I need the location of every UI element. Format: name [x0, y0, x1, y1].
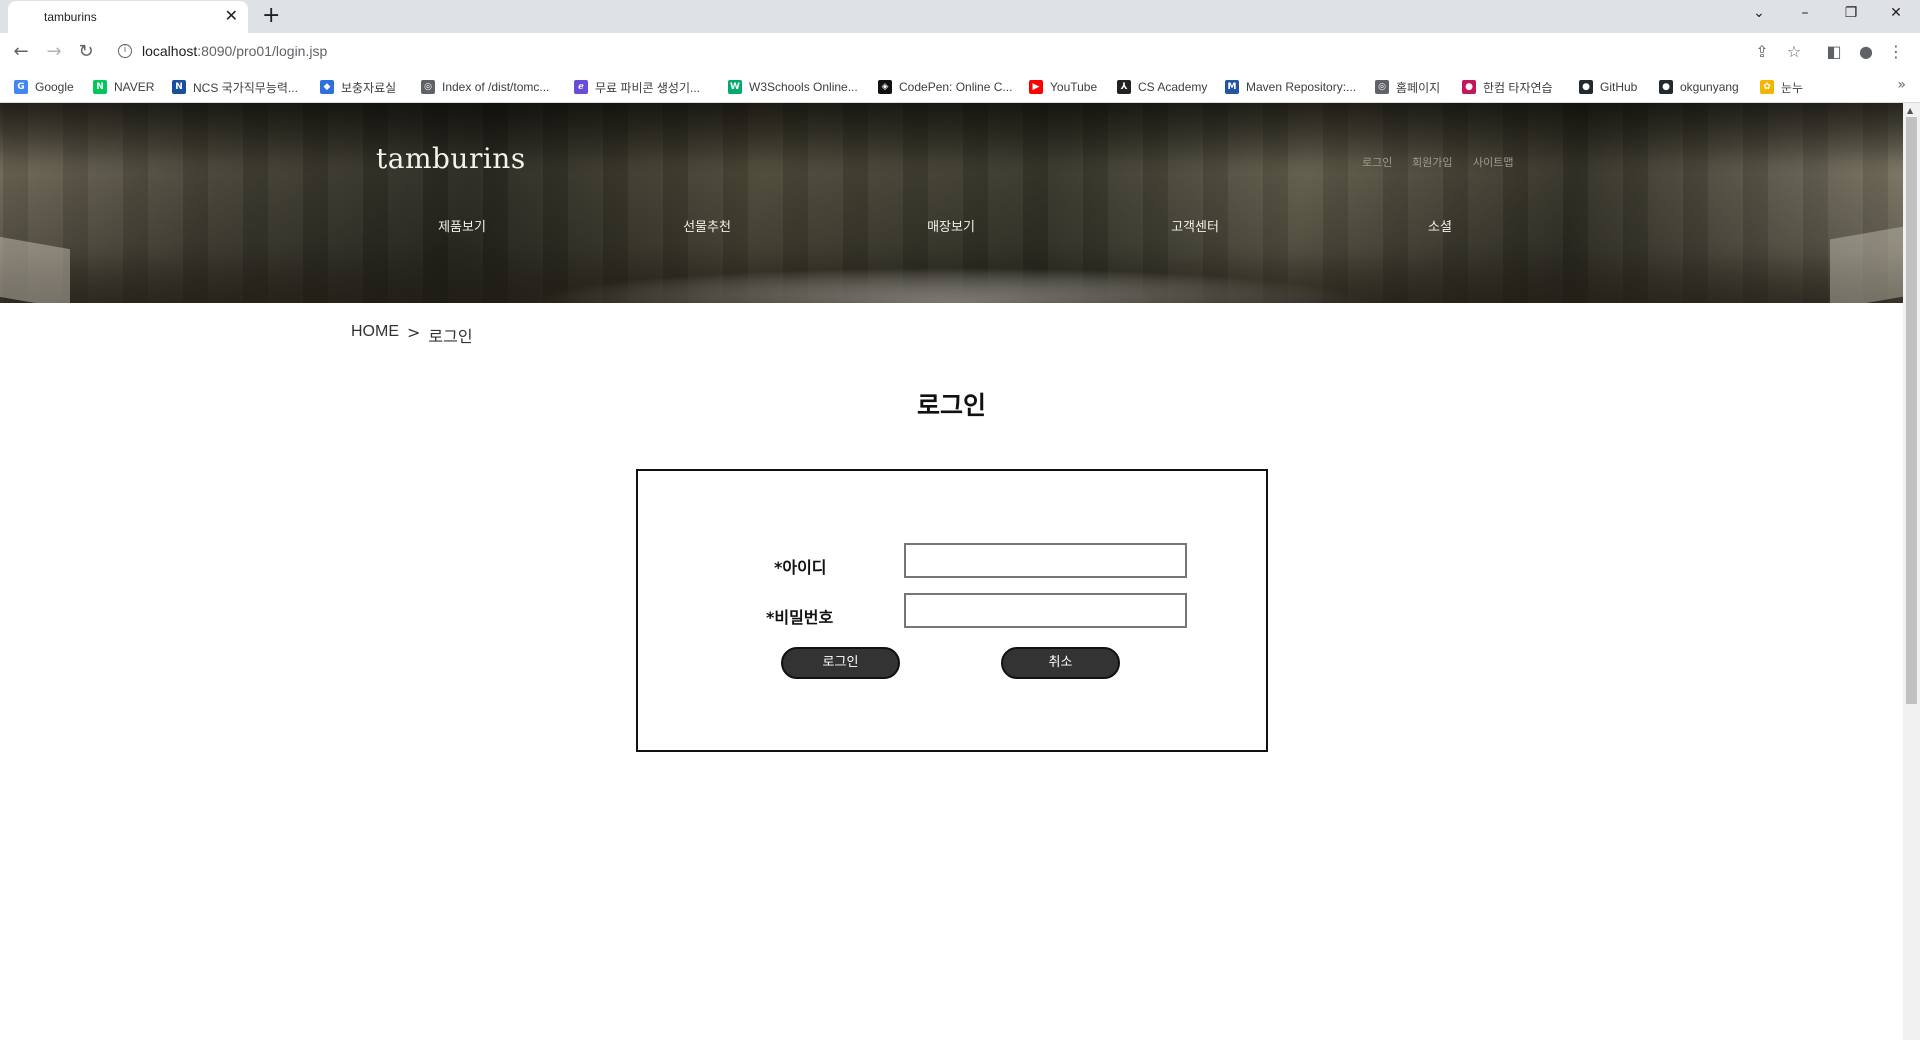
- forward-icon[interactable]: →: [43, 41, 65, 63]
- login-button[interactable]: 로그인: [781, 647, 900, 679]
- site-info-icon[interactable]: i: [118, 44, 132, 58]
- nav-social[interactable]: 소셜: [1380, 216, 1500, 235]
- nav-gift[interactable]: 선물추천: [647, 216, 767, 235]
- cs-academy-icon: ⅄: [1117, 80, 1131, 94]
- hexagon-icon: ◆: [320, 80, 334, 94]
- bookmark-label: GitHub: [1600, 80, 1638, 94]
- bookmark-label: Index of /dist/tomc...: [442, 80, 550, 94]
- nav-products[interactable]: 제품보기: [402, 216, 522, 235]
- globe-icon: ◎: [421, 80, 435, 94]
- ncs-icon: N: [172, 80, 186, 94]
- reload-icon[interactable]: ↻: [75, 41, 97, 63]
- tab-title: tamburins: [44, 10, 97, 24]
- address-bar[interactable]: i localhost:8090/pro01/login.jsp: [110, 37, 1790, 66]
- cancel-button[interactable]: 취소: [1001, 647, 1120, 679]
- breadcrumb-separator: >: [407, 323, 421, 342]
- bookmark-item[interactable]: N NAVER: [93, 78, 154, 96]
- scrollbar-thumb[interactable]: [1906, 117, 1917, 704]
- bookmark-label: 눈누: [1781, 80, 1804, 95]
- bookmarks-bar: » G Google N NAVER N NCS 국가직무능력... ◆ 보충자료실 ◎ Inde…: [0, 70, 1920, 103]
- favicon-generator-icon: ℯ: [574, 80, 588, 94]
- bookmark-label: NCS 국가직무능력...: [193, 80, 298, 95]
- bookmark-item[interactable]: ◎ Index of /dist/tomc...: [421, 78, 549, 96]
- maven-icon: M: [1225, 80, 1239, 94]
- bookmark-item[interactable]: N NCS 국가직무능력...: [172, 78, 298, 96]
- globe-icon: ◎: [1375, 80, 1389, 94]
- page-title: 로그인: [916, 391, 986, 420]
- bookmark-label: W3Schools Online...: [749, 80, 858, 94]
- util-join-link[interactable]: 회원가입: [1412, 154, 1452, 170]
- side-panel-icon[interactable]: ◧: [1824, 42, 1844, 62]
- bookmark-label: okgunyang: [1680, 80, 1739, 94]
- menu-kebab-icon[interactable]: ⋮: [1886, 42, 1906, 62]
- tab-close-icon[interactable]: ✕: [225, 8, 238, 24]
- bookmark-item[interactable]: G Google: [14, 78, 74, 96]
- hancom-icon: ●: [1462, 80, 1476, 94]
- bookmark-label: 무료 파비콘 생성기...: [595, 80, 700, 95]
- restore-icon[interactable]: ❐: [1841, 5, 1861, 21]
- nav-support[interactable]: 고객센터: [1135, 216, 1255, 235]
- bookmark-item[interactable]: ● 한컴 타자연습: [1462, 78, 1553, 96]
- bookmark-label: CS Academy: [1138, 80, 1208, 94]
- codepen-icon: ◈: [878, 80, 892, 94]
- github-icon: ●: [1659, 80, 1673, 94]
- id-label: *아이디: [774, 558, 827, 577]
- window-close-icon[interactable]: ✕: [1886, 5, 1906, 21]
- bookmarks-overflow-icon[interactable]: »: [1897, 77, 1906, 93]
- bookmark-label: Maven Repository:...: [1246, 80, 1357, 94]
- password-input[interactable]: [904, 593, 1187, 628]
- bookmark-item[interactable]: ◎ 홈페이지: [1375, 78, 1440, 96]
- bookmark-label: CodePen: Online C...: [899, 80, 1013, 94]
- login-form: *아이디 *비밀번호 로그인 취소: [636, 469, 1268, 752]
- bookmark-label: YouTube: [1050, 80, 1098, 94]
- breadcrumb: HOME > 로그인: [351, 323, 473, 347]
- bookmark-item[interactable]: W W3Schools Online...: [728, 78, 858, 96]
- breadcrumb-current: 로그인: [428, 327, 473, 346]
- bookmark-item[interactable]: ● GitHub: [1579, 78, 1637, 96]
- url-text[interactable]: localhost:8090/pro01/login.jsp: [142, 43, 327, 59]
- bookmark-label: NAVER: [114, 80, 155, 94]
- tab-search-icon[interactable]: ⌄: [1749, 5, 1769, 21]
- page-viewport: tamburins 로그인 회원가입 사이트맵 제품보기 선물추천 매장보기 고…: [0, 103, 1903, 1040]
- bookmark-item[interactable]: ✿ 눈누: [1760, 78, 1803, 96]
- id-input[interactable]: [904, 543, 1187, 578]
- scroll-up-icon[interactable]: ▲: [1907, 106, 1913, 115]
- bookmark-item[interactable]: ◆ 보충자료실: [320, 78, 396, 96]
- breadcrumb-home[interactable]: HOME: [351, 323, 399, 347]
- profile-avatar-icon[interactable]: ●: [1856, 42, 1876, 62]
- browser-tab[interactable]: tamburins ✕: [8, 1, 248, 33]
- nav-stores[interactable]: 매장보기: [891, 216, 1011, 235]
- page-scrollbar[interactable]: ▲: [1903, 103, 1920, 1040]
- header-banner: tamburins 로그인 회원가입 사이트맵 제품보기 선물추천 매장보기 고…: [0, 103, 1903, 303]
- bookmark-item[interactable]: ● okgunyang: [1659, 78, 1739, 96]
- minimize-icon[interactable]: –: [1795, 5, 1815, 21]
- bookmark-item[interactable]: ⅄ CS Academy: [1117, 78, 1207, 96]
- bookmark-item[interactable]: ◈ CodePen: Online C...: [878, 78, 1012, 96]
- bookmark-label: 홈페이지: [1396, 80, 1441, 95]
- bookmark-item[interactable]: ▶ YouTube: [1029, 78, 1097, 96]
- bookmark-label: 한컴 타자연습: [1483, 80, 1553, 95]
- browser-toolbar: ← → ↻ i localhost:8090/pro01/login.jsp ⇪…: [0, 33, 1920, 70]
- util-login-link[interactable]: 로그인: [1362, 154, 1392, 170]
- github-icon: ●: [1579, 80, 1593, 94]
- back-icon[interactable]: ←: [10, 41, 32, 63]
- browser-tab-strip: tamburins ✕ + ⌄ – ❐ ✕: [0, 0, 1920, 33]
- youtube-icon: ▶: [1029, 80, 1043, 94]
- bookmark-star-icon[interactable]: ☆: [1784, 42, 1804, 62]
- bookmark-label: Google: [35, 80, 74, 94]
- bookmark-item[interactable]: ℯ 무료 파비콘 생성기...: [574, 78, 700, 96]
- w3schools-icon: W: [728, 80, 742, 94]
- bookmark-label: 보충자료실: [341, 80, 397, 95]
- site-logo[interactable]: tamburins: [376, 142, 526, 175]
- util-sitemap-link[interactable]: 사이트맵: [1473, 154, 1513, 170]
- password-label: *비밀번호: [766, 608, 834, 627]
- google-icon: G: [14, 80, 28, 94]
- noonnu-icon: ✿: [1760, 80, 1774, 94]
- new-tab-icon[interactable]: +: [262, 4, 280, 28]
- naver-icon: N: [93, 80, 107, 94]
- bookmark-item[interactable]: M Maven Repository:...: [1225, 78, 1356, 96]
- share-icon[interactable]: ⇪: [1752, 42, 1772, 62]
